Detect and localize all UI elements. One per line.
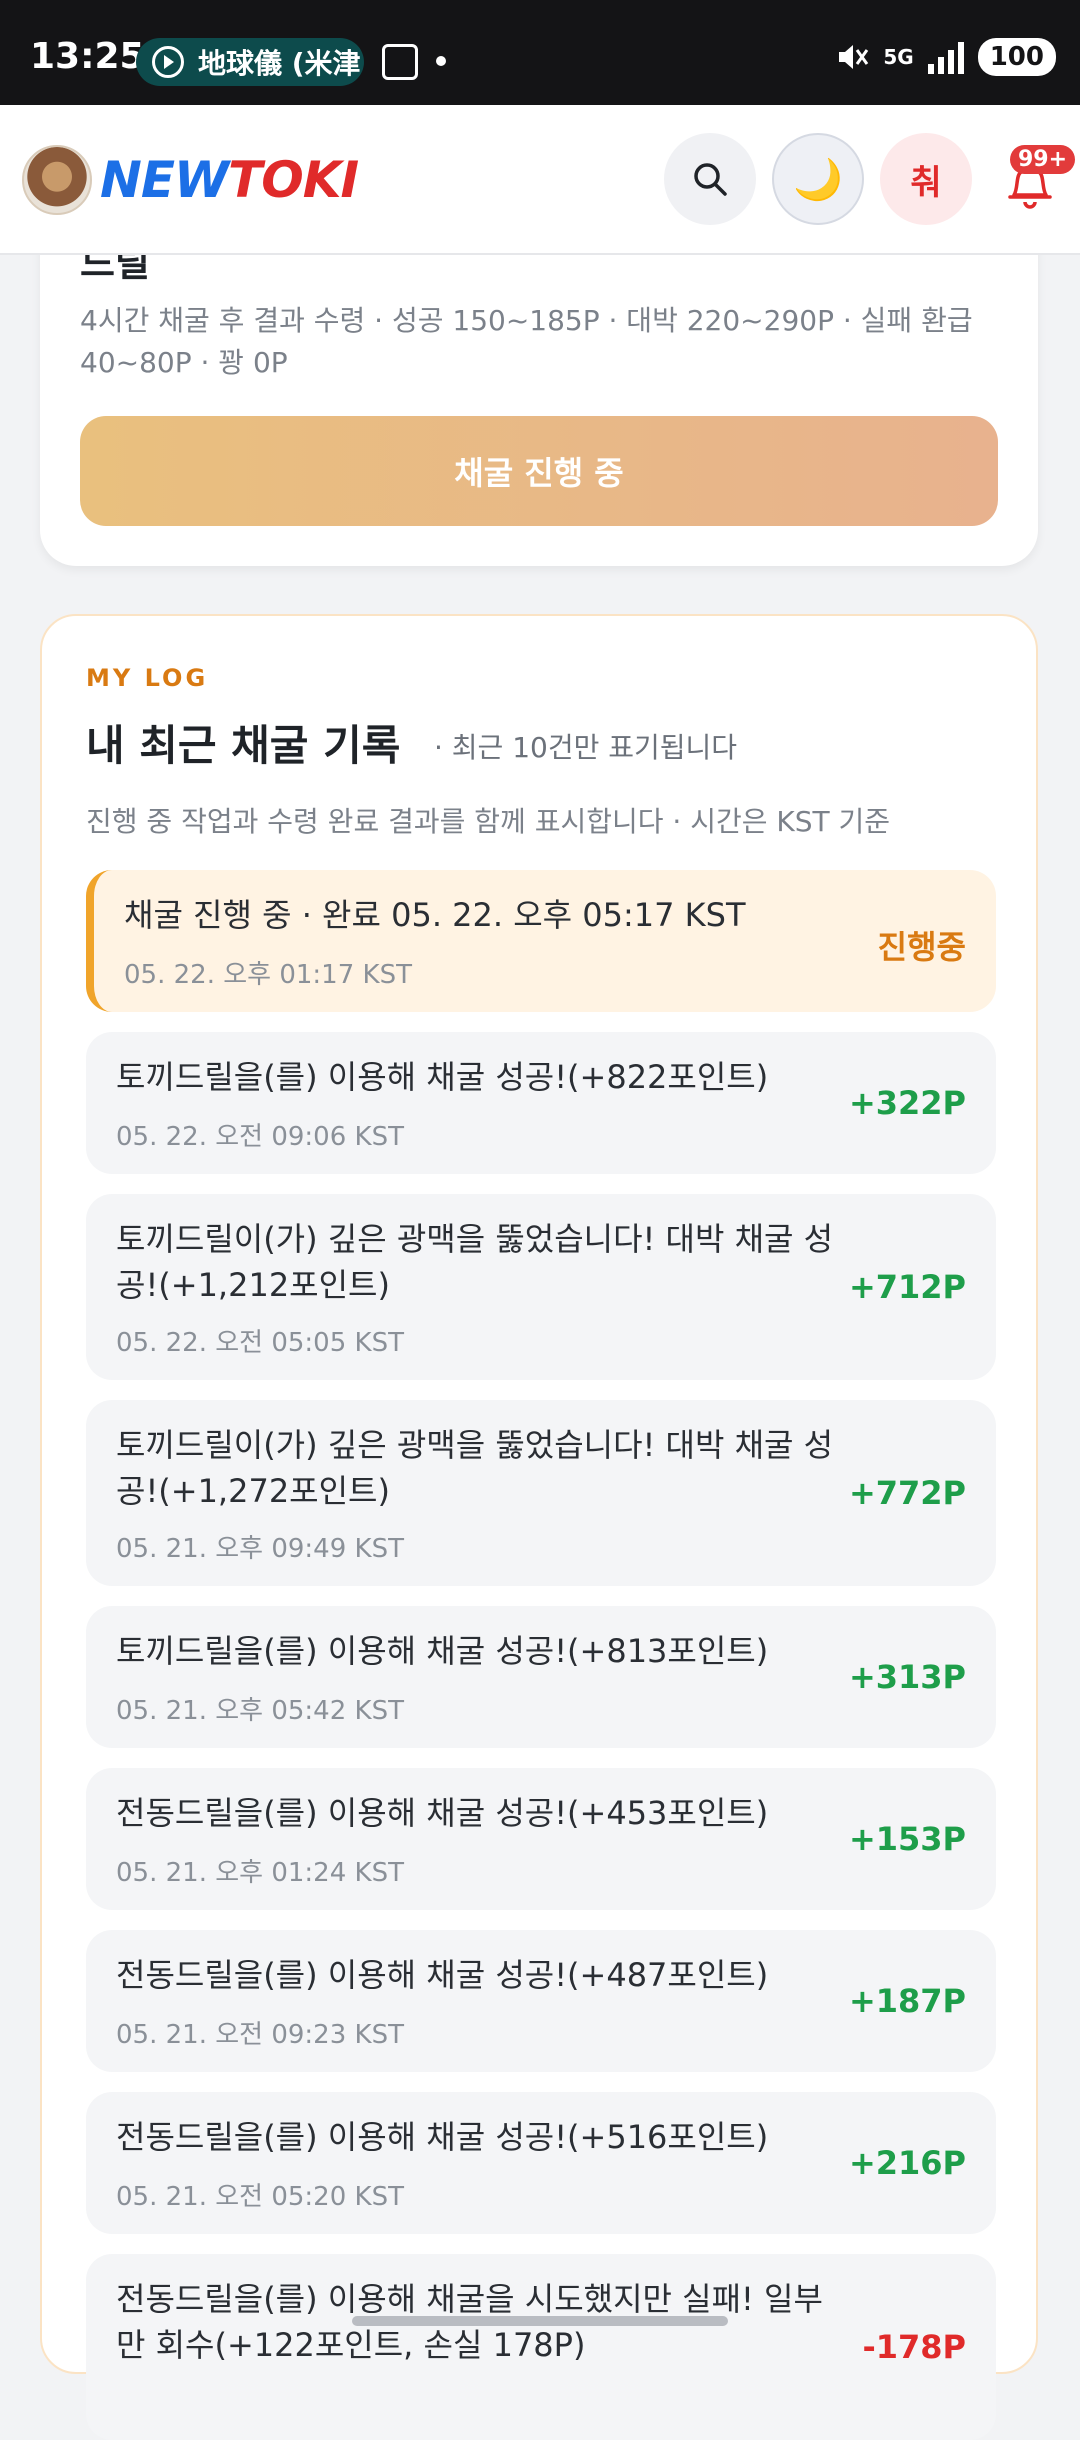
logo-new-text: NEW xyxy=(100,151,229,209)
log-entry-message: 토끼드릴이(가) 깊은 광맥을 뚫었습니다! 대박 채굴 성공!(+1,212포… xyxy=(116,1220,834,1304)
mining-in-progress-button[interactable]: 채굴 진행 중 xyxy=(80,416,998,526)
log-entry-message: 전동드릴을(를) 이용해 채굴 성공!(+453포인트) xyxy=(116,1794,769,1832)
media-notification-pill[interactable]: 地球儀 (米津 xyxy=(136,38,364,86)
log-entry: 채굴 진행 중 · 완료 05. 22. 오후 05:17 KST 05. 22… xyxy=(86,870,996,1012)
log-entry-time: 05. 22. 오후 01:17 KST xyxy=(124,960,412,990)
log-entry-time: 05. 21. 오전 09:23 KST xyxy=(116,2020,404,2050)
log-subtitle: 진행 중 작업과 수령 완료 결과를 함께 표시합니다 · 시간은 KST 기준 xyxy=(86,805,891,838)
log-entry-time: 05. 21. 오후 05:42 KST xyxy=(116,1696,404,1726)
log-entry: 전동드릴을(를) 이용해 채굴 성공!(+516포인트) 05. 21. 오전 … xyxy=(86,2092,996,2234)
logo-toki-text: TOKI xyxy=(228,151,359,209)
log-entry-points: +322P xyxy=(848,1084,966,1122)
log-entry-points: +772P xyxy=(848,1474,966,1512)
notification-dot-icon xyxy=(436,56,446,66)
log-entry-time: 05. 22. 오전 09:06 KST xyxy=(116,1122,404,1152)
signal-icon xyxy=(927,40,964,74)
log-entry-points: -178P xyxy=(862,2328,966,2366)
log-entry: 전동드릴을(를) 이용해 채굴 성공!(+487포인트) 05. 21. 오전 … xyxy=(86,1930,996,2072)
log-entry-message: 전동드릴을(를) 이용해 채굴 성공!(+487포인트) xyxy=(116,1956,769,1994)
log-entry-message: 토끼드릴을(를) 이용해 채굴 성공!(+813포인트) xyxy=(116,1632,769,1670)
log-entry: 토끼드릴을(를) 이용해 채굴 성공!(+813포인트) 05. 21. 오후 … xyxy=(86,1606,996,1748)
log-entry-time: 05. 21. 오후 09:49 KST xyxy=(116,1534,404,1564)
log-entry-time: 05. 22. 오전 05:05 KST xyxy=(116,1328,404,1358)
media-title: 地球儀 (米津 xyxy=(198,47,361,80)
moon-icon: 🌙 xyxy=(793,156,843,203)
logo-mascot-icon[interactable] xyxy=(22,145,92,215)
section-eyebrow: MY LOG xyxy=(86,664,209,692)
log-title: 내 최근 채굴 기록 xyxy=(86,721,401,770)
mute-icon xyxy=(839,45,869,69)
log-note: · 최근 10건만 표기됩니다 xyxy=(434,731,738,764)
search-icon xyxy=(694,163,727,196)
log-entry-points: +712P xyxy=(848,1268,966,1306)
log-entry-points: +153P xyxy=(848,1820,966,1858)
log-entry: 토끼드릴이(가) 깊은 광맥을 뚫었습니다! 대박 채굴 성공!(+1,212포… xyxy=(86,1194,996,1380)
log-entry-time: 05. 21. 오후 01:24 KST xyxy=(116,1858,404,1888)
log-entry: 토끼드릴이(가) 깊은 광맥을 뚫었습니다! 대박 채굴 성공!(+1,272포… xyxy=(86,1400,996,1586)
notification-badge: 99+ xyxy=(1010,145,1076,174)
log-entry-message: 전동드릴을(를) 이용해 채굴 성공!(+516포인트) xyxy=(116,2118,769,2156)
log-entry-message: 토끼드릴이(가) 깊은 광맥을 뚫었습니다! 대박 채굴 성공!(+1,272포… xyxy=(116,1426,834,1510)
drill-description: 4시간 채굴 후 결과 수령 · 성공 150~185P · 대박 220~29… xyxy=(80,304,973,379)
log-entry-status: 진행중 xyxy=(877,928,966,966)
status-icons: 5G 100 xyxy=(835,38,1056,76)
dark-mode-button[interactable]: 🌙 xyxy=(772,133,864,225)
play-icon xyxy=(152,46,184,78)
log-entry-message: 토끼드릴을(를) 이용해 채굴 성공!(+822포인트) xyxy=(116,1058,769,1096)
log-entry-message: 채굴 진행 중 · 완료 05. 22. 오후 05:17 KST xyxy=(124,896,746,934)
log-entry-points: +313P xyxy=(848,1658,966,1696)
log-entry-points: +187P xyxy=(848,1982,966,2020)
battery-level: 100 xyxy=(977,38,1056,76)
site-logo[interactable]: NEWTOKI xyxy=(100,151,359,209)
log-entry-points: +216P xyxy=(848,2144,966,2182)
screenshot-icon xyxy=(382,44,418,80)
network-type: 5G xyxy=(883,45,914,69)
my-log-card: MY LOG 내 최근 채굴 기록 · 최근 10건만 표기됩니다 진행 중 작… xyxy=(40,614,1038,2440)
status-bar: 13:25 地球儀 (米津 5G 100 xyxy=(0,0,1080,105)
log-entry: 토끼드릴을(를) 이용해 채굴 성공!(+822포인트) 05. 22. 오전 … xyxy=(86,1032,996,1174)
attendance-button[interactable]: 춰 xyxy=(880,133,972,225)
search-button[interactable] xyxy=(664,133,756,225)
app-header: NEWTOKI 🌙 춰 99+ xyxy=(0,105,1080,255)
status-time: 13:25 xyxy=(30,36,145,77)
log-entry: 전동드릴을(를) 이용해 채굴을 시도했지만 실패! 일부만 회수(+122포인… xyxy=(86,2254,996,2440)
log-entry: 전동드릴을(를) 이용해 채굴 성공!(+453포인트) 05. 21. 오후 … xyxy=(86,1768,996,1910)
log-entry-time: 05. 21. 오전 05:20 KST xyxy=(116,2182,404,2212)
attendance-label: 춰 xyxy=(910,162,942,203)
gesture-home-bar[interactable] xyxy=(352,2316,728,2326)
